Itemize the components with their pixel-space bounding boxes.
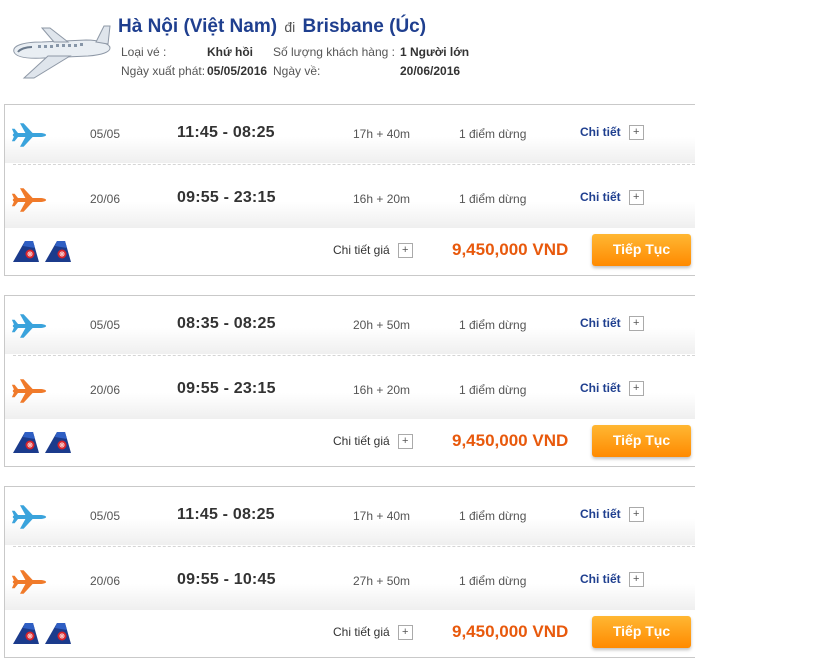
flight-result-card: 05/05 08:35 - 08:25 20h + 50m 1 điểm dừn…	[4, 295, 695, 467]
price-detail-label: Chi tiết giá	[333, 625, 390, 639]
price-detail-link[interactable]: Chi tiết giá +	[333, 243, 413, 259]
flight-time: 09:55 - 23:15	[177, 380, 276, 397]
flight-detail-label: Chi tiết	[580, 190, 621, 204]
expand-plus-icon[interactable]: +	[628, 190, 644, 206]
flight-date: 20/06	[90, 383, 121, 397]
flight-stops: 1 điểm dừng	[459, 318, 527, 332]
airplane-icon	[13, 25, 111, 79]
flight-detail-label: Chi tiết	[580, 381, 621, 395]
flight-detail-link[interactable]: Chi tiết +	[580, 507, 644, 523]
flight-stops: 1 điểm dừng	[459, 574, 527, 588]
flight-duration: 17h + 40m	[353, 127, 411, 141]
flight-detail-label: Chi tiết	[580, 572, 621, 586]
expand-plus-icon[interactable]: +	[628, 125, 644, 141]
price-detail-link[interactable]: Chi tiết giá +	[333, 434, 413, 450]
flight-detail-label: Chi tiết	[580, 507, 621, 521]
continue-button[interactable]: Tiếp Tục	[592, 234, 691, 266]
inbound-flight-row: 20/06 09:55 - 23:15 16h + 20m 1 điểm dừn…	[5, 170, 695, 228]
price-footer: Chi tiết giá + 9,450,000 VND Tiếp Tục	[5, 422, 695, 466]
outbound-plane-icon	[11, 122, 47, 148]
flight-time: 09:55 - 10:45	[177, 571, 276, 588]
flight-detail-link[interactable]: Chi tiết +	[580, 190, 644, 206]
flight-detail-label: Chi tiết	[580, 125, 621, 139]
flight-time: 09:55 - 23:15	[177, 189, 276, 206]
passengers-label: Số lượng khách hàng :	[273, 45, 395, 59]
flight-stops: 1 điểm dừng	[459, 383, 527, 397]
return-date-value: 20/06/2016	[400, 64, 461, 78]
flight-stops: 1 điểm dừng	[459, 127, 527, 141]
price-detail-label: Chi tiết giá	[333, 243, 390, 257]
flight-detail-link[interactable]: Chi tiết +	[580, 316, 644, 332]
search-summary-header: Hà Nội (Việt Nam) đi Brisbane (Úc) Loại …	[0, 0, 819, 100]
inbound-plane-icon	[11, 187, 47, 213]
passengers-value: 1 Người lớn	[400, 45, 470, 59]
flight-stops: 1 điểm dừng	[459, 509, 527, 523]
price-detail-label: Chi tiết giá	[333, 434, 390, 448]
depart-date-value: 05/05/2016	[207, 64, 268, 78]
origin-city: Hà Nội (Việt Nam)	[118, 16, 278, 37]
flight-duration: 16h + 20m	[353, 383, 411, 397]
expand-plus-icon[interactable]: +	[397, 243, 413, 259]
flight-detail-link[interactable]: Chi tiết +	[580, 381, 644, 397]
price-footer: Chi tiết giá + 9,450,000 VND Tiếp Tục	[5, 613, 695, 657]
flight-date: 05/05	[90, 509, 121, 523]
expand-plus-icon[interactable]: +	[397, 434, 413, 450]
flight-detail-link[interactable]: Chi tiết +	[580, 125, 644, 141]
airline-logo-icon	[43, 430, 75, 454]
ticket-type-value: Khứ hồi	[207, 45, 254, 59]
flight-date: 20/06	[90, 574, 121, 588]
expand-plus-icon[interactable]: +	[628, 507, 644, 523]
total-price: 9,450,000 VND	[452, 431, 569, 450]
inbound-plane-icon	[11, 569, 47, 595]
airline-logo-icon	[43, 621, 75, 645]
flight-stops: 1 điểm dừng	[459, 192, 527, 206]
row-divider	[13, 355, 695, 356]
total-price: 9,450,000 VND	[452, 240, 569, 259]
page-title: Hà Nội (Việt Nam) đi Brisbane (Úc)	[118, 16, 426, 38]
row-divider	[13, 546, 695, 547]
inbound-flight-row: 20/06 09:55 - 23:15 16h + 20m 1 điểm dừn…	[5, 361, 695, 419]
outbound-flight-row: 05/05 08:35 - 08:25 20h + 50m 1 điểm dừn…	[5, 296, 695, 354]
price-footer: Chi tiết giá + 9,450,000 VND Tiếp Tục	[5, 231, 695, 275]
flight-detail-label: Chi tiết	[580, 316, 621, 330]
outbound-flight-row: 05/05 11:45 - 08:25 17h + 40m 1 điểm dừn…	[5, 487, 695, 545]
route-connector: đi	[284, 19, 296, 35]
flight-duration: 17h + 40m	[353, 509, 411, 523]
outbound-plane-icon	[11, 313, 47, 339]
expand-plus-icon[interactable]: +	[628, 381, 644, 397]
return-date-label: Ngày về:	[273, 64, 321, 78]
airline-logo-icon	[11, 621, 43, 645]
expand-plus-icon[interactable]: +	[397, 625, 413, 641]
flight-result-card: 05/05 11:45 - 08:25 17h + 40m 1 điểm dừn…	[4, 104, 695, 276]
outbound-flight-row: 05/05 11:45 - 08:25 17h + 40m 1 điểm dừn…	[5, 105, 695, 163]
flight-duration: 16h + 20m	[353, 192, 411, 206]
total-price: 9,450,000 VND	[452, 622, 569, 641]
flight-time: 11:45 - 08:25	[177, 506, 275, 523]
airline-logo-icon	[11, 239, 43, 263]
depart-date-label: Ngày xuất phát:	[121, 64, 206, 78]
flight-time: 08:35 - 08:25	[177, 315, 276, 332]
inbound-plane-icon	[11, 378, 47, 404]
destination-city: Brisbane (Úc)	[302, 16, 427, 37]
flight-date: 20/06	[90, 192, 121, 206]
flight-time: 11:45 - 08:25	[177, 124, 275, 141]
flight-result-card: 05/05 11:45 - 08:25 17h + 40m 1 điểm dừn…	[4, 486, 695, 658]
flight-duration: 20h + 50m	[353, 318, 411, 332]
ticket-type-label: Loại vé :	[121, 45, 167, 59]
flight-detail-link[interactable]: Chi tiết +	[580, 572, 644, 588]
expand-plus-icon[interactable]: +	[628, 572, 644, 588]
flight-date: 05/05	[90, 127, 121, 141]
continue-button[interactable]: Tiếp Tục	[592, 616, 691, 648]
outbound-plane-icon	[11, 504, 47, 530]
row-divider	[13, 164, 695, 165]
airline-logo-icon	[11, 430, 43, 454]
airline-logo-icon	[43, 239, 75, 263]
price-detail-link[interactable]: Chi tiết giá +	[333, 625, 413, 641]
flight-date: 05/05	[90, 318, 121, 332]
expand-plus-icon[interactable]: +	[628, 316, 644, 332]
flight-duration: 27h + 50m	[353, 574, 411, 588]
continue-button[interactable]: Tiếp Tục	[592, 425, 691, 457]
inbound-flight-row: 20/06 09:55 - 10:45 27h + 50m 1 điểm dừn…	[5, 552, 695, 610]
